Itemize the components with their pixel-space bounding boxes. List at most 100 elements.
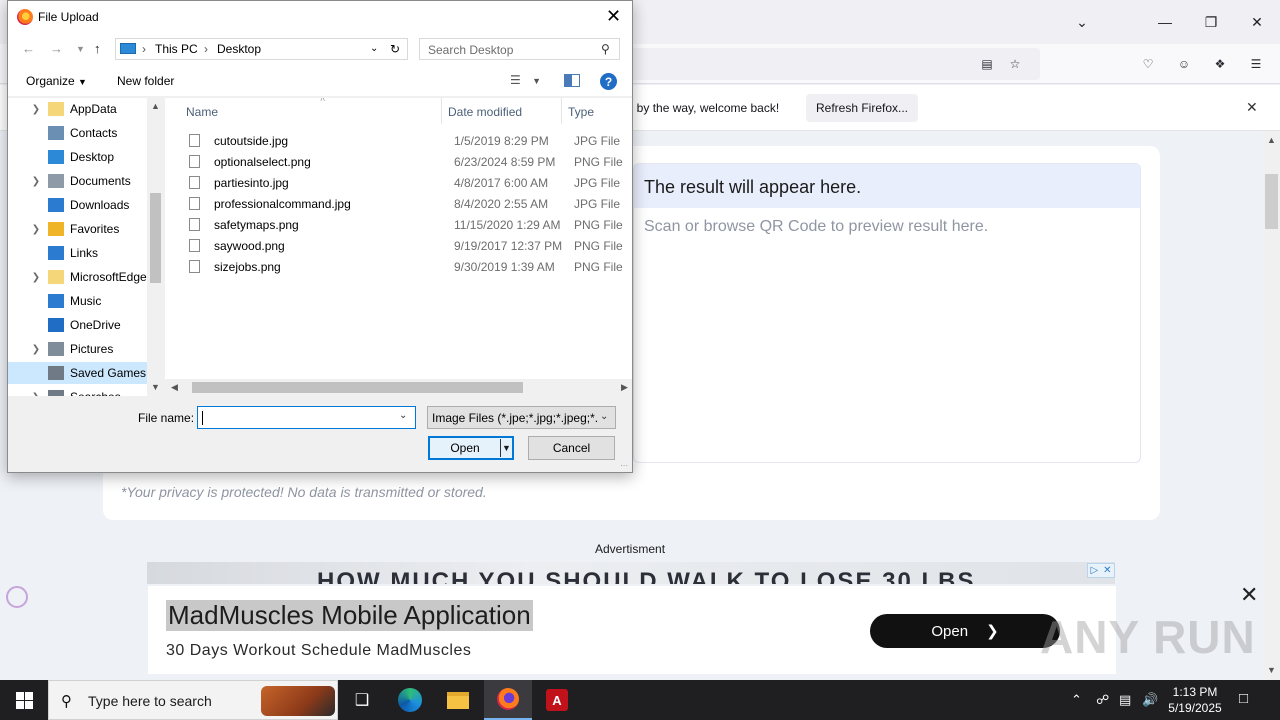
acrobat-taskbar-button[interactable]: A [533,680,581,720]
scrollbar-thumb[interactable] [1265,174,1278,229]
expand-icon[interactable]: ❯ [26,224,46,235]
url-bar[interactable] [600,48,1040,80]
menu-icon[interactable]: ☰ [1246,54,1266,74]
close-icon[interactable]: ✕ [1246,99,1258,116]
usb-icon[interactable]: ☍ [1096,692,1109,708]
cancel-button[interactable]: Cancel [528,436,615,460]
back-arrow-icon[interactable]: ← [22,41,35,56]
nav-item-pictures[interactable]: ❯ Pictures [8,338,148,360]
page-scrollbar[interactable]: ▲ ▼ [1263,131,1280,680]
column-header-name[interactable]: Name ˄ [180,98,442,124]
scrollbar-thumb[interactable] [150,193,161,283]
breadcrumb-this-pc[interactable]: This PC [155,42,198,56]
scroll-up-icon[interactable]: ▲ [1267,135,1276,145]
file-row[interactable]: partiesinto.jpg 4/8/2017 6:00 AM JPG File [185,172,632,193]
horizontal-scrollbar[interactable]: ◀ ▶ [165,379,632,396]
task-view-icon[interactable]: ❑ [338,680,386,720]
nav-item-appdata[interactable]: ❯ AppData [8,98,148,120]
pocket-icon[interactable]: ♡ [1138,54,1158,74]
search-input[interactable]: Search Desktop ⚲ [419,38,620,60]
nav-scrollbar[interactable]: ▲ ▼ [147,98,164,396]
search-highlight-image [261,686,335,716]
expand-icon[interactable]: ❯ [26,272,46,283]
scroll-right-icon[interactable]: ▶ [621,382,628,393]
ad-strip[interactable]: HOW MUCH YOU SHOULD WALK TO LOSE 30 LBS [147,562,1115,584]
nav-item-documents[interactable]: ❯ Documents [8,170,148,192]
edge-taskbar-button[interactable] [386,680,434,720]
column-header-type[interactable]: Type [562,98,632,124]
file-row[interactable]: cutoutside.jpg 1/5/2019 8:29 PM JPG File [185,130,632,151]
nav-item-contacts[interactable]: Contacts [8,122,148,144]
open-button[interactable]: Open ▼ [428,436,514,460]
file-name-input[interactable]: ⌄ [197,406,416,429]
bookmark-star-icon[interactable]: ☆ [1005,54,1025,74]
file-type-select[interactable]: Image Files (*.jpe;*.jpg;*.jpeg;*.gif;*.… [427,406,616,429]
nav-item-searches[interactable]: ❯ Searches [8,386,148,396]
reader-view-icon[interactable]: ▤ [977,54,997,74]
close-icon[interactable]: ✕ [1242,8,1272,36]
file-type: PNG File [574,239,623,253]
minimize-icon[interactable]: — [1150,8,1180,36]
file-row[interactable]: professionalcommand.jpg 8/4/2020 2:55 AM J… [185,193,632,214]
expand-icon[interactable]: ❯ [26,176,46,187]
extensions-icon[interactable]: ❖ [1210,54,1230,74]
account-icon[interactable]: ☺ [1174,54,1194,74]
file-explorer-taskbar-button[interactable] [434,680,482,720]
nav-item-saved-games[interactable]: Saved Games [8,362,148,384]
nav-item-favorites[interactable]: ❯ Favorites [8,218,148,240]
recent-locations-icon[interactable]: ▼ [76,44,85,54]
scroll-down-icon[interactable]: ▼ [151,382,160,392]
list-all-tabs-icon[interactable]: ⌄ [1067,8,1097,36]
ad-banner[interactable]: MadMuscles Mobile Application 30 Days Wo… [148,586,1116,674]
tray-overflow-icon[interactable]: ⌃ [1071,692,1082,708]
refresh-firefox-button[interactable]: Refresh Firefox... [806,94,918,122]
chevron-down-icon[interactable]: ⌄ [370,43,378,54]
network-icon[interactable]: ▤ [1119,692,1131,708]
file-list: Name ˄ Date modified Type cutoutside.jpg… [165,98,632,396]
file-row[interactable]: sizejobs.png 9/30/2019 1:39 AM PNG File [185,256,632,277]
scroll-down-icon[interactable]: ▼ [1267,665,1276,675]
resize-grip-icon[interactable]: ⋯ [620,461,628,470]
file-row[interactable]: saywood.png 9/19/2017 12:37 PM PNG File [185,235,632,256]
file-row[interactable]: safetymaps.png 11/15/2020 1:29 AM PNG File [185,214,632,235]
open-dropdown-icon[interactable]: ▼ [500,439,512,457]
column-header-date[interactable]: Date modified [442,98,562,124]
nav-item-links[interactable]: Links [8,242,148,264]
scrollbar-thumb[interactable] [192,382,523,393]
nav-item-onedrive[interactable]: OneDrive [8,314,148,336]
change-view-icon[interactable]: ☰ ▼ [510,73,541,87]
chevron-down-icon[interactable]: ⌄ [399,410,407,421]
expand-icon[interactable]: ❯ [26,344,46,355]
nav-item-microsoftedge[interactable]: ❯ MicrosoftEdge [8,266,148,288]
refresh-icon[interactable]: ↻ [390,42,400,56]
ad-close-icon[interactable]: ✕ [1240,582,1258,608]
firefox-taskbar-button[interactable] [484,680,532,720]
nav-item-downloads[interactable]: Downloads [8,194,148,216]
organize-button[interactable]: Organize ▼ [26,74,87,88]
expand-icon[interactable]: ❯ [26,104,46,115]
scroll-up-icon[interactable]: ▲ [151,101,160,111]
close-icon[interactable]: ✕ [606,6,621,27]
restore-icon[interactable]: ❐ [1196,8,1226,36]
scroll-left-icon[interactable]: ◀ [171,382,178,393]
taskbar-search[interactable]: ⚲ Type here to search [48,680,338,720]
nav-item-desktop[interactable]: Desktop [8,146,148,168]
volume-icon[interactable]: 🔊 [1142,692,1158,708]
nav-item-music[interactable]: Music [8,290,148,312]
dialog-titlebar[interactable]: File Upload ✕ [8,1,632,33]
new-folder-button[interactable]: New folder [117,74,174,88]
address-bar[interactable]: › This PC › Desktop ⌄ ↻ [115,38,408,60]
up-arrow-icon[interactable]: ↑ [94,41,101,56]
start-button[interactable] [0,680,48,720]
expand-icon[interactable]: ❯ [26,392,46,397]
preview-pane-icon[interactable] [564,74,580,87]
help-icon[interactable]: ? [600,73,617,90]
notifications-icon[interactable]: □ [1239,690,1248,707]
adchoices-icon[interactable]: ▷✕ [1087,563,1115,578]
file-row[interactable]: optionalselect.png 6/23/2024 8:59 PM PNG F… [185,151,632,172]
ad-open-button[interactable]: Open ❯ [870,614,1060,648]
search-icon: ⚲ [61,693,72,710]
breadcrumb-desktop[interactable]: Desktop [217,42,261,56]
forward-arrow-icon[interactable]: → [50,41,63,56]
clock[interactable]: 1:13 PM 5/19/2025 [1160,684,1230,716]
